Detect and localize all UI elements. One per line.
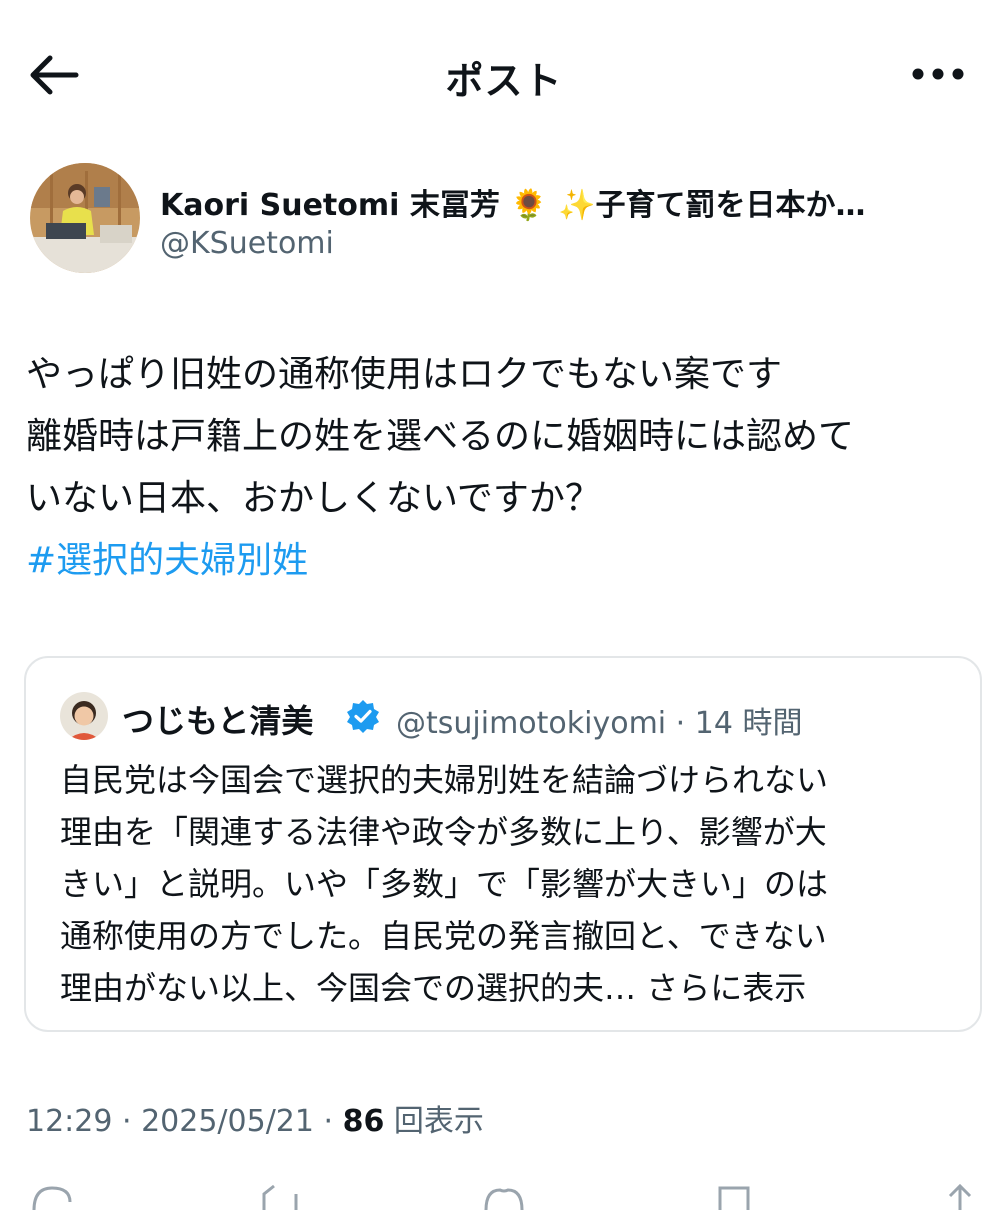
repost-icon[interactable] bbox=[256, 1180, 304, 1210]
top-bar: ポスト bbox=[0, 0, 1008, 150]
user-handle[interactable]: @KSuetomi bbox=[160, 226, 334, 261]
quoted-avatar-photo bbox=[60, 692, 108, 740]
avatar-photo bbox=[30, 163, 140, 273]
post-timestamp[interactable]: 12:29 · 2025/05/21 · bbox=[26, 1104, 343, 1139]
quoted-avatar[interactable] bbox=[60, 692, 108, 740]
more-button[interactable] bbox=[900, 54, 972, 94]
verified-badge-icon bbox=[347, 700, 379, 733]
quoted-post[interactable]: つじもと清美 @tsujimotokiyomi · 14 時間 自民党は今国会で… bbox=[24, 656, 982, 1032]
quoted-text-line: 理由を「関連する法律や政令が多数に上り、影響が大 bbox=[60, 813, 827, 851]
quoted-text-line-last: 理由がない以上、今国会での選択的夫… さらに表示 bbox=[60, 962, 960, 1014]
quoted-text-line: 自民党は今国会で選択的夫婦別姓を結論づけられない bbox=[60, 761, 829, 799]
reply-icon[interactable] bbox=[28, 1180, 76, 1210]
quoted-post-header: つじもと清美 @tsujimotokiyomi · 14 時間 bbox=[60, 692, 960, 742]
post-text: やっぱり旧姓の通称使用はロクでもない案です 離婚時は戸籍上の姓を選べるのに婚姻時… bbox=[26, 344, 986, 592]
quoted-text-line: 通称使用の方でした。自民党の発言撤回と、できない bbox=[60, 917, 827, 955]
post-text-line: いない日本、おかしくないですか？ bbox=[26, 478, 601, 519]
post-author: Kaori Suetomi 末冨芳 🌻 ✨子育て罰を日本か… @KSuetomi bbox=[30, 160, 990, 280]
view-count-label: 回表示 bbox=[384, 1104, 484, 1139]
action-bar bbox=[0, 1180, 1008, 1210]
quoted-text-line: きい」と説明。いや「多数」で「影響が大きい」のは bbox=[60, 865, 829, 903]
page-title: ポスト bbox=[445, 59, 563, 103]
avatar[interactable] bbox=[30, 163, 140, 273]
hashtag-link[interactable]: #選択的夫婦別姓 bbox=[26, 530, 986, 592]
quoted-text-truncated: 理由がない以上、今国会での選択的夫… bbox=[60, 969, 647, 1007]
view-count: 86 bbox=[342, 1104, 385, 1139]
like-icon[interactable] bbox=[480, 1180, 528, 1210]
quoted-handle-time: @tsujimotokiyomi · 14 時間 bbox=[396, 706, 803, 741]
quoted-post-text: 自民党は今国会で選択的夫婦別姓を結論づけられない 理由を「関連する法律や政令が多… bbox=[60, 754, 960, 1014]
bookmark-icon[interactable] bbox=[710, 1180, 758, 1210]
more-horizontal-icon bbox=[912, 68, 964, 80]
display-name[interactable]: Kaori Suetomi 末冨芳 🌻 ✨子育て罰を日本か… bbox=[160, 180, 970, 224]
post-metadata: 12:29 · 2025/05/21 · 86 回表示 bbox=[26, 1096, 484, 1140]
share-icon[interactable] bbox=[936, 1180, 984, 1210]
quoted-display-name[interactable]: つじもと清美 bbox=[122, 696, 313, 742]
post-text-line: 離婚時は戸籍上の姓を選べるのに婚姻時には認めて bbox=[26, 416, 855, 457]
show-more-link[interactable]: さらに表示 bbox=[646, 969, 806, 1007]
post-text-line: やっぱり旧姓の通称使用はロクでもない案です bbox=[26, 354, 783, 395]
